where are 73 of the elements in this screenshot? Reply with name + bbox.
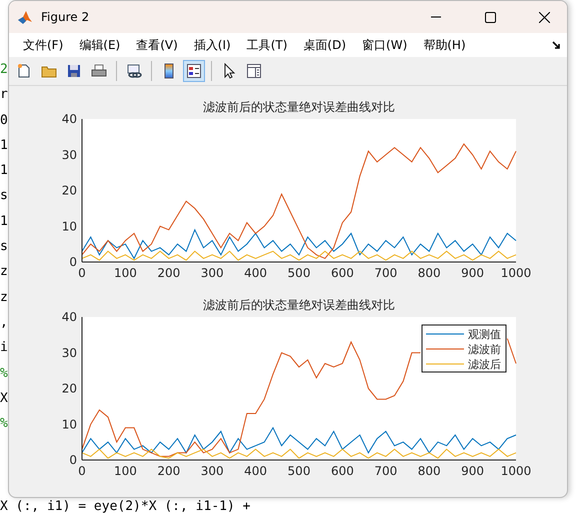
tick-label: 10	[62, 417, 77, 432]
menu-item[interactable]: 编辑(E)	[73, 34, 126, 56]
code-text: r	[0, 86, 8, 104]
tick-label: 200	[157, 266, 180, 280]
code-text: %	[0, 415, 8, 434]
code-text: %	[0, 364, 8, 383]
code-text: 1	[0, 162, 8, 180]
tick-label: 900	[461, 464, 484, 478]
tick-label: 400	[244, 464, 268, 478]
code-text: i	[0, 339, 8, 358]
tick-label: 400	[244, 266, 268, 280]
menu-item[interactable]: 桌面(D)	[297, 34, 352, 56]
legend-icon	[186, 63, 202, 79]
tick-label: 700	[374, 266, 398, 280]
property-panel-icon	[246, 63, 262, 79]
chart-title: 滤波前后的状态量绝对误差曲线对比	[203, 298, 395, 312]
chart-title: 滤波前后的状态量绝对误差曲线对比	[203, 100, 395, 114]
tick-label: 700	[374, 464, 398, 478]
code-text: ,	[0, 314, 8, 332]
tick-label: 10	[62, 219, 77, 234]
menu-item[interactable]: 窗口(W)	[356, 34, 414, 56]
save-icon	[66, 63, 82, 79]
tick-label: 200	[157, 464, 180, 478]
tick-label: 300	[200, 266, 224, 280]
tick-label: 20	[62, 382, 77, 396]
legend-label: 滤波前	[468, 343, 501, 356]
tick-label: 0	[69, 255, 77, 269]
tick-label: 20	[62, 184, 77, 198]
code-text: 1	[0, 212, 8, 231]
code-text: 2	[0, 61, 8, 79]
tick-label: 800	[418, 464, 441, 478]
tick-label: 900	[461, 266, 484, 280]
tick-label: 800	[418, 266, 441, 280]
dock-arrow-icon[interactable]	[552, 40, 561, 50]
tick-label: 1000	[500, 464, 532, 478]
code-text: s	[0, 187, 8, 206]
code-text: z	[0, 263, 8, 282]
code-text: 1	[0, 136, 8, 155]
menu-item[interactable]: 插入(I)	[188, 34, 237, 56]
legend-label: 滤波后	[468, 358, 501, 371]
code-text: s	[0, 238, 8, 256]
link-icon	[126, 63, 142, 79]
tick-label: 500	[288, 464, 310, 478]
app-logo-icon	[17, 9, 33, 25]
tick-label: 500	[288, 266, 310, 280]
tick-label: 600	[330, 464, 354, 478]
tick-label: 600	[330, 266, 354, 280]
tick-label: 40	[62, 310, 77, 324]
code-text: X (:, i1) = eye(2)*X (:, i1-1) +	[0, 499, 250, 514]
tick-label: 0	[69, 453, 77, 467]
menu-item[interactable]: 文件(F)	[17, 34, 70, 56]
tick-label: 40	[62, 112, 77, 126]
tick-label: 30	[62, 346, 77, 360]
window-title: Figure 2	[41, 10, 90, 24]
tick-label: 0	[78, 464, 86, 478]
menu-item[interactable]: 工具(T)	[240, 34, 294, 56]
maximize-icon	[484, 12, 496, 22]
tick-label: 1000	[500, 266, 532, 280]
printer-icon	[91, 63, 107, 79]
code-text: 0	[0, 112, 8, 130]
menu-item[interactable]: 帮助(H)	[417, 34, 472, 56]
toolbar-button[interactable]	[183, 60, 205, 82]
code-text: z	[0, 288, 8, 307]
new-file-icon	[16, 63, 32, 79]
tick-label: 100	[114, 266, 137, 280]
tick-label: 30	[62, 148, 77, 162]
close-icon	[538, 12, 550, 22]
legend-label: 观测值	[468, 328, 501, 341]
tick-label: 300	[200, 464, 224, 478]
tick-label: 100	[114, 464, 137, 478]
code-text: X	[0, 390, 8, 408]
tick-label: 0	[78, 266, 86, 280]
menu-item[interactable]: 查看(V)	[130, 34, 184, 56]
